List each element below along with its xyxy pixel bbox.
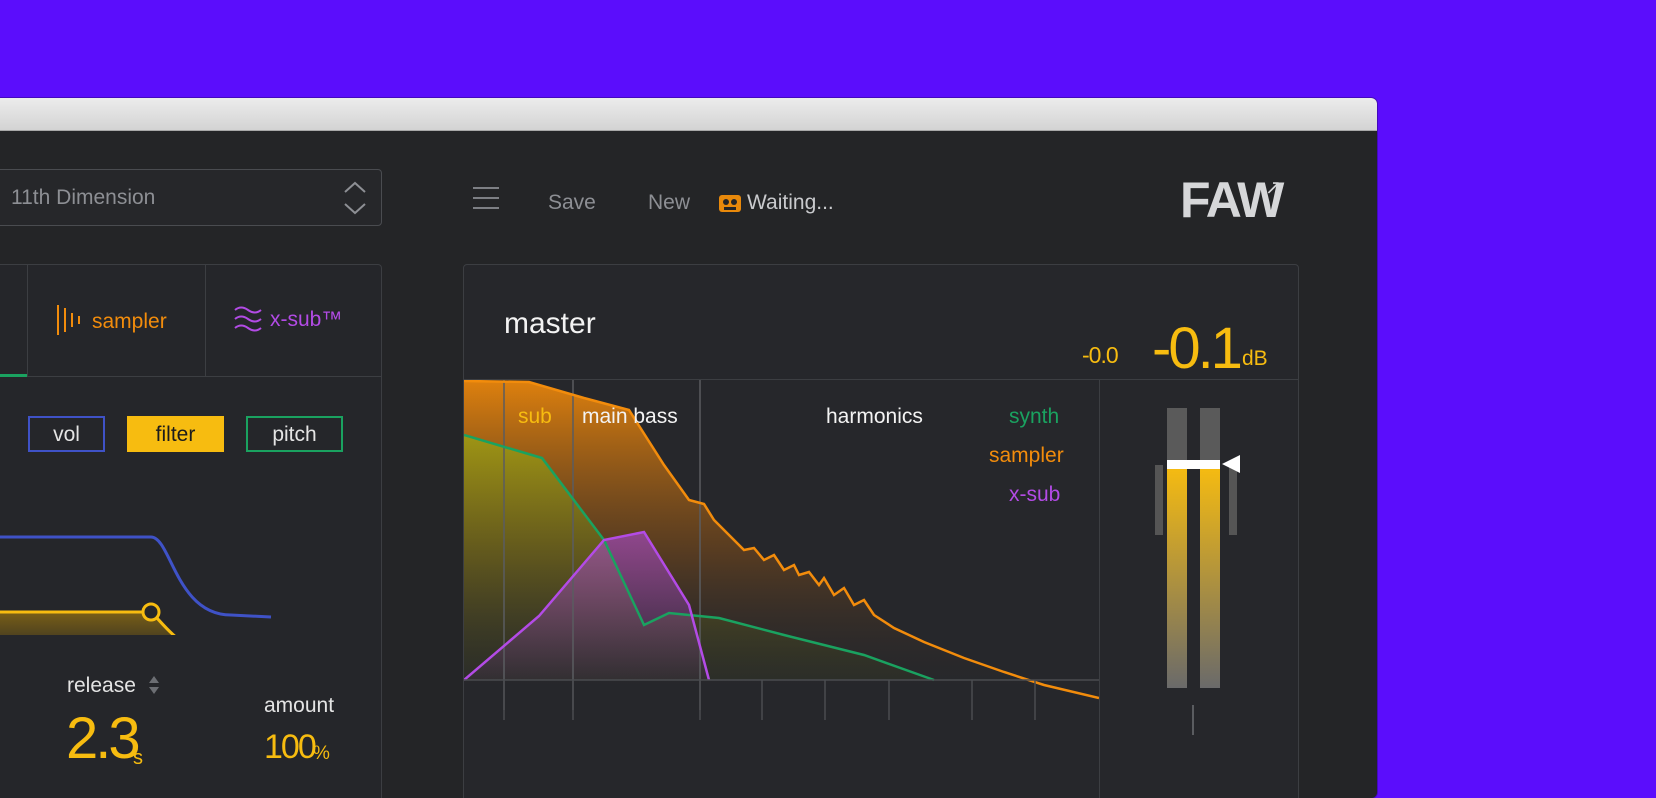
- plugin-content: 11th Dimension Save New Waiting... FAW ↗…: [0, 131, 1377, 798]
- tab-x-sub-label: x-sub™: [270, 308, 343, 331]
- legend-sampler: sampler: [989, 444, 1064, 467]
- hamburger-menu-icon[interactable]: [473, 186, 499, 210]
- release-label-text: release: [67, 674, 136, 697]
- amount-unit: %: [313, 743, 330, 764]
- tab-x-sub[interactable]: x-sub™: [234, 305, 342, 333]
- legend-x-sub: x-sub: [1009, 483, 1061, 506]
- tab-divider: [205, 265, 206, 376]
- output-level-value: -0.1: [1152, 316, 1243, 381]
- tab-sampler[interactable]: sampler: [56, 305, 167, 335]
- tab-divider: [27, 265, 28, 376]
- spectrum-analyzer: [464, 380, 1099, 720]
- envelope-graph[interactable]: [0, 465, 383, 635]
- release-value[interactable]: 2.3: [66, 705, 141, 772]
- output-meter: [1099, 380, 1299, 798]
- status-indicator: Waiting...: [719, 191, 834, 215]
- sampler-bars-icon: [57, 305, 80, 335]
- meter-level-left: [1167, 465, 1187, 688]
- band-label-sub: sub: [518, 405, 552, 428]
- band-label-main-bass: main bass: [582, 405, 678, 428]
- amount-value[interactable]: 100: [264, 728, 317, 767]
- tab-sampler-label: sampler: [92, 310, 167, 333]
- vol-envelope-curve: [0, 535, 272, 619]
- release-unit: s: [133, 747, 143, 769]
- stepper-arrows-icon[interactable]: [148, 674, 160, 696]
- external-arrow-icon[interactable]: ↗: [1265, 175, 1282, 200]
- window-titlebar[interactable]: [0, 98, 1377, 131]
- preset-stepper-icon[interactable]: [343, 178, 367, 218]
- vol-button[interactable]: vol: [28, 416, 105, 452]
- master-title: master: [504, 307, 596, 340]
- amount-label: amount: [264, 694, 335, 717]
- legend-synth: synth: [1009, 405, 1060, 428]
- preset-name: 11th Dimension: [11, 186, 156, 209]
- band-label-harmonics: harmonics: [826, 405, 923, 428]
- meter-side-bar-left: [1155, 465, 1163, 535]
- meter-side-bar-right: [1229, 465, 1237, 535]
- engine-panel: sampler x-sub™ vol filter pitch release …: [0, 264, 382, 798]
- x-sub-waves-icon: [234, 306, 262, 332]
- envelope-handle: [141, 602, 161, 622]
- release-label: release: [67, 674, 160, 698]
- filter-button[interactable]: filter: [127, 416, 224, 452]
- pitch-button[interactable]: pitch: [246, 416, 343, 452]
- status-text: Waiting...: [747, 191, 834, 214]
- level-meter[interactable]: [1100, 380, 1299, 798]
- master-panel: master -0.0 -0.1 dB sub main bass harmon…: [463, 264, 1299, 798]
- save-button[interactable]: Save: [548, 191, 596, 215]
- engine-tabs: sampler x-sub™: [0, 265, 381, 377]
- preset-selector[interactable]: 11th Dimension: [0, 169, 382, 226]
- active-tab-indicator: [0, 374, 27, 377]
- db-unit-label: dB: [1242, 347, 1268, 370]
- peak-hold-value: -0.0: [1082, 342, 1119, 368]
- cassette-icon: [719, 195, 741, 212]
- meter-level-right: [1200, 465, 1220, 688]
- new-button[interactable]: New: [648, 191, 690, 215]
- fader-handle: [1167, 460, 1220, 469]
- app-window: 11th Dimension Save New Waiting... FAW ↗…: [0, 98, 1377, 798]
- master-header: master -0.0 -0.1 dB: [464, 265, 1298, 381]
